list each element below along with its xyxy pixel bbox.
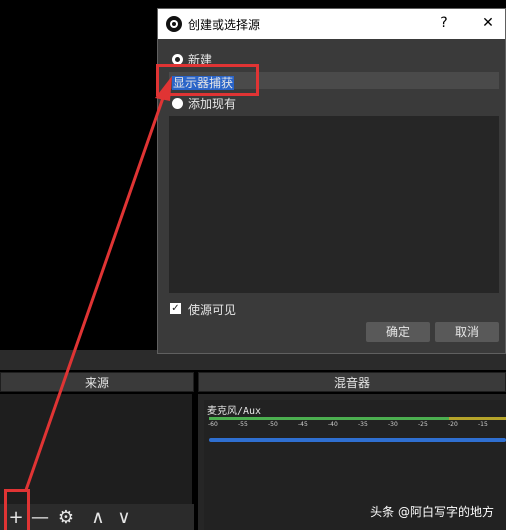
- sources-list[interactable]: [0, 394, 192, 504]
- scale-tick: -50: [268, 421, 278, 428]
- volume-meter: [209, 417, 506, 420]
- cancel-button[interactable]: 取消: [435, 322, 499, 342]
- add-existing-radio[interactable]: [172, 98, 183, 109]
- make-visible-checkbox[interactable]: ✓: [170, 303, 181, 314]
- annotation-highlight-add: [4, 489, 30, 530]
- chevron-down-icon[interactable]: ∨: [114, 508, 134, 528]
- volume-fader[interactable]: [209, 438, 506, 442]
- scale-tick: -45: [298, 421, 308, 428]
- dialog-title: 创建或选择源: [188, 18, 261, 32]
- scale-tick: -15: [478, 421, 488, 428]
- meter-scale: -60 -55 -50 -45 -40 -35 -30 -25 -20 -15: [206, 421, 506, 431]
- scale-tick: -60: [208, 421, 218, 428]
- remove-source-button[interactable]: —: [30, 508, 50, 528]
- scale-tick: -55: [238, 421, 248, 428]
- add-existing-label: 添加现有: [188, 97, 237, 111]
- help-button[interactable]: ?: [434, 15, 454, 31]
- create-select-source-dialog: 创建或选择源 ? ✕ 新建 显示器捕获 添加现有 ✓ 使源可见 确定 取消: [157, 8, 506, 354]
- dialog-titlebar[interactable]: 创建或选择源 ? ✕: [158, 9, 505, 39]
- annotation-highlight-name: [156, 64, 259, 96]
- make-visible-label: 使源可见: [188, 303, 237, 317]
- obs-logo-icon: [166, 16, 182, 32]
- chevron-up-icon[interactable]: ∧: [88, 508, 108, 528]
- preview-canvas: [0, 0, 158, 350]
- existing-sources-list[interactable]: [169, 116, 499, 293]
- ok-button[interactable]: 确定: [366, 322, 430, 342]
- watermark: 头条 @阿白写字的地方: [370, 505, 494, 519]
- gear-icon[interactable]: ⚙: [56, 508, 76, 528]
- scale-tick: -20: [448, 421, 458, 428]
- scale-tick: -40: [328, 421, 338, 428]
- mixer-track-name: 麦克风/Aux: [207, 406, 262, 417]
- mixer-panel-title: 混音器: [198, 372, 506, 392]
- scale-tick: -30: [388, 421, 398, 428]
- scale-tick: -25: [418, 421, 428, 428]
- close-icon[interactable]: ✕: [478, 15, 498, 31]
- scale-tick: -35: [358, 421, 368, 428]
- sources-panel-title: 来源: [0, 372, 194, 392]
